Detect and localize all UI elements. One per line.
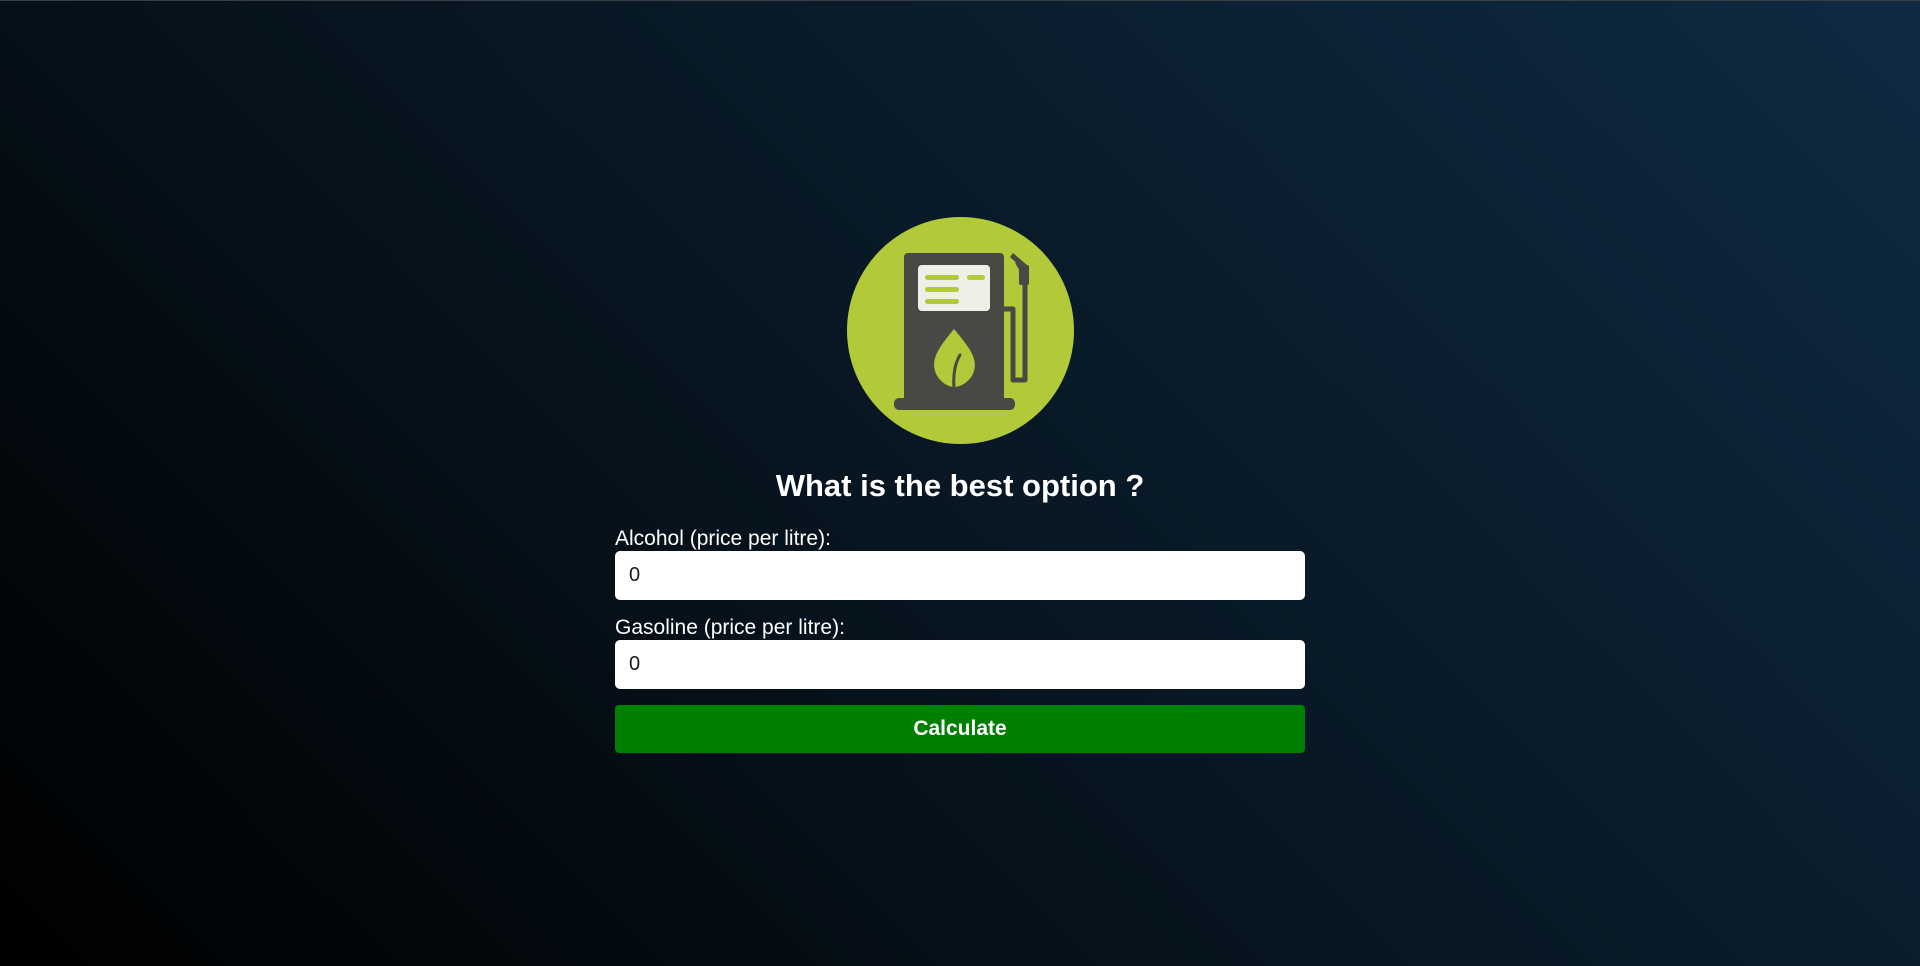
fuel-pump-icon: [846, 217, 1074, 444]
gasoline-label: Gasoline (price per litre):: [615, 616, 845, 639]
alcohol-field: Alcohol (price per litre):: [615, 527, 1305, 600]
top-border: [0, 0, 1920, 1]
gasoline-field: Gasoline (price per litre):: [615, 616, 1305, 689]
gasoline-price-input[interactable]: [615, 640, 1305, 689]
calculate-button[interactable]: Calculate: [615, 705, 1305, 753]
page-title: What is the best option ?: [775, 468, 1145, 503]
alcohol-label: Alcohol (price per litre):: [615, 527, 831, 550]
calculator-panel: What is the best option ? Alcohol (price…: [615, 217, 1305, 753]
alcohol-price-input[interactable]: [615, 551, 1305, 600]
